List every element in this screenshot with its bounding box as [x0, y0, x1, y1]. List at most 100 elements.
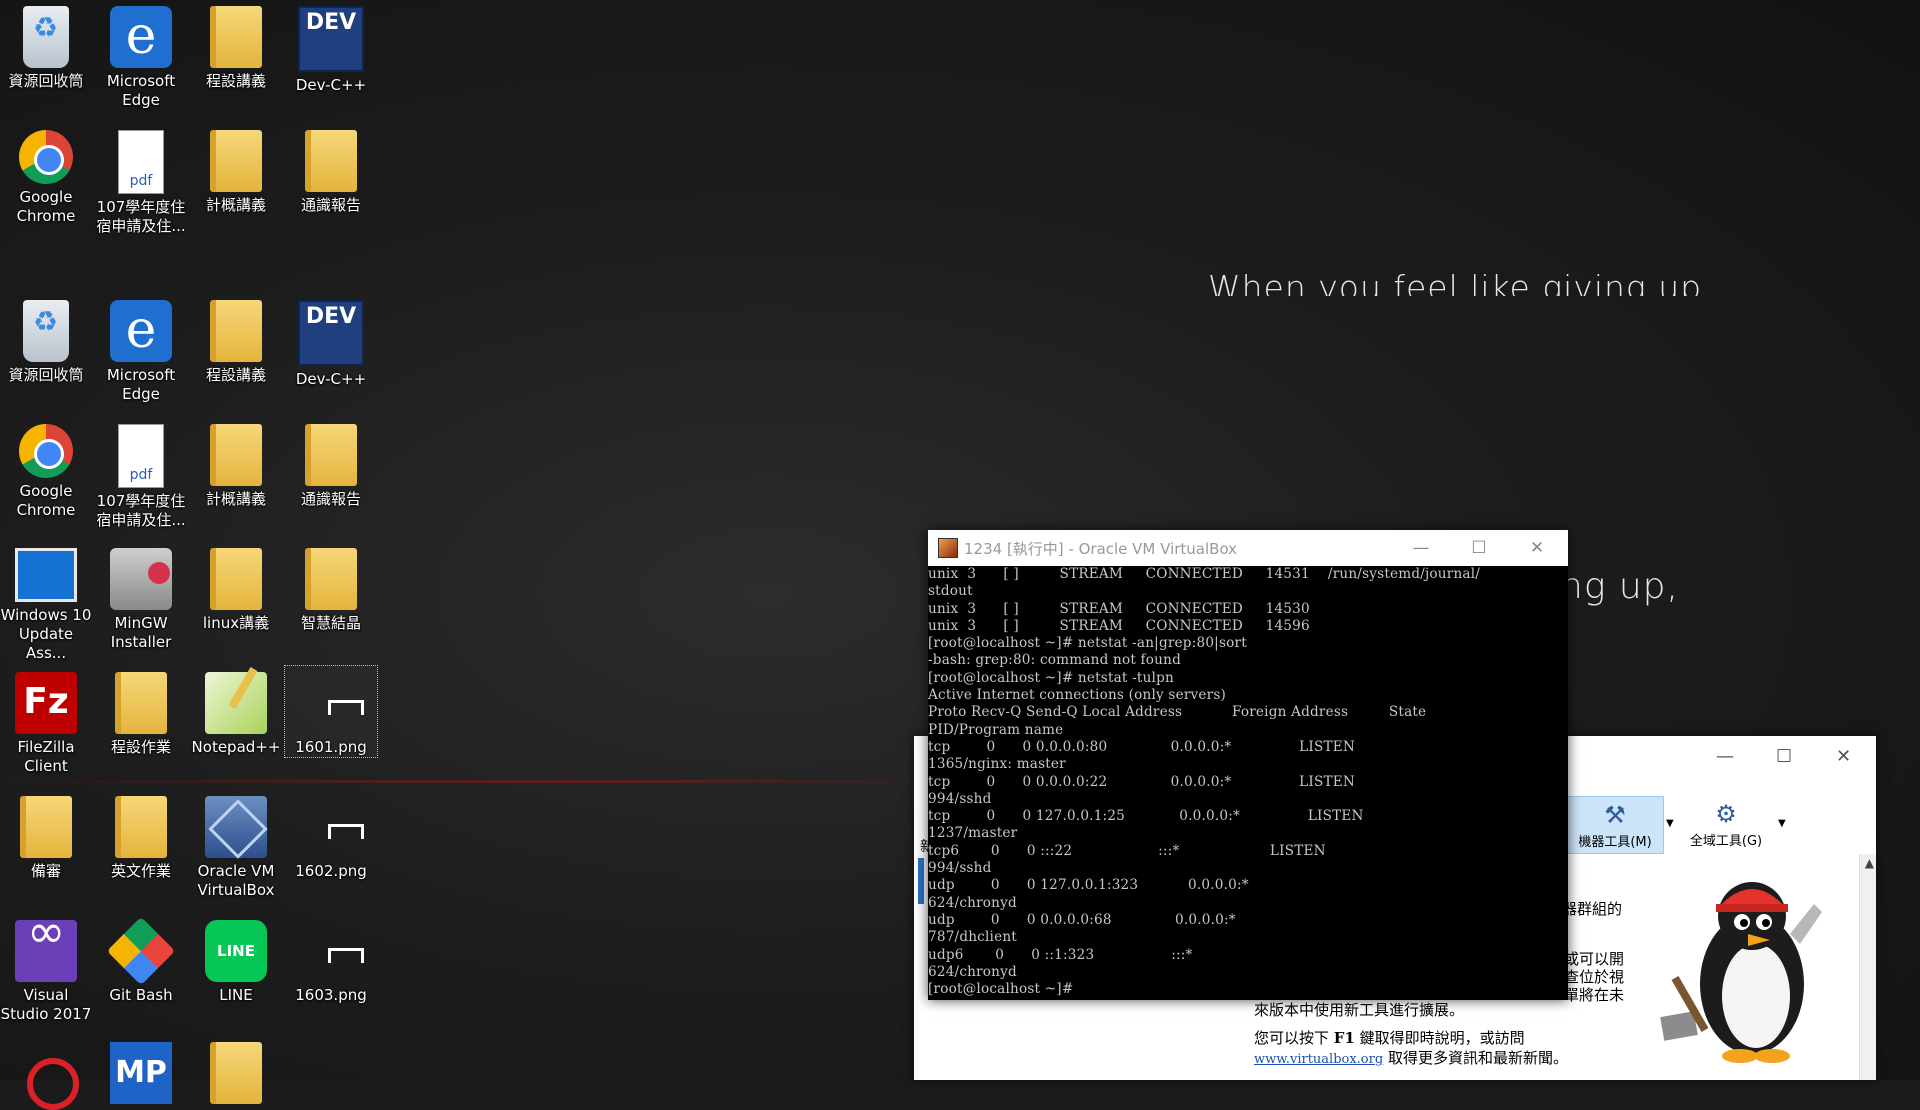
desktop-icon-label: 1602.png [295, 862, 367, 880]
desktop-icon[interactable]: MP [95, 1036, 187, 1108]
desktop-icon[interactable]: DEV Dev-C++ [285, 294, 377, 389]
desktop-icon[interactable]: linux講義 [190, 542, 282, 633]
folder-icon [210, 6, 262, 68]
desktop-icon-label: 資源回收筒 [8, 366, 84, 384]
line-icon: LINE [205, 920, 267, 982]
desktop-icon[interactable]: 1603.png [285, 914, 377, 1005]
desktop-icon[interactable]: e Microsoft Edge [95, 294, 187, 404]
terminal-line: tcp 0 0 0.0.0.0:22 0.0.0.0:* LISTEN [928, 773, 1355, 790]
desktop-icon[interactable]: Oracle VM VirtualBox [190, 790, 282, 900]
machine-tools-button[interactable]: ⚒ 機器工具(M) [1566, 796, 1664, 854]
desktop-icon[interactable]: 智慧結晶 [285, 542, 377, 633]
folder-icon [305, 424, 357, 486]
desktop-icon[interactable]: 程設作業 [95, 666, 187, 757]
virtualbox-icon [205, 796, 267, 858]
folder-icon [210, 424, 262, 486]
terminal-line: udp6 0 0 ::1:323 :::* [928, 946, 1193, 963]
desktop-icon-label: 計概講義 [205, 196, 266, 214]
desktop-icon-label: 計概講義 [205, 490, 266, 508]
desktop-icon[interactable]: 程設講義 [190, 0, 282, 91]
pdf-icon: pdf [118, 130, 164, 194]
console-titlebar[interactable]: 1234 [執行中] - Oracle VM VirtualBox — ☐ ✕ [928, 530, 1568, 566]
garena-icon [15, 1042, 79, 1110]
desktop-icon-label: Microsoft Edge [106, 72, 176, 109]
global-tools-button[interactable]: ⚙ 全域工具(G) [1678, 796, 1774, 852]
desktop-icon[interactable]: pdf 107學年度住宿申請及住... [95, 124, 187, 236]
desktop-icon[interactable]: Visual Studio 2017 [0, 914, 92, 1024]
desktop-icon[interactable]: 英文作業 [95, 790, 187, 881]
desktop-icon-label: Google Chrome [16, 188, 76, 225]
desktop-icon[interactable]: DEV Dev-C++ [285, 0, 377, 95]
terminal-line: udp 0 0 127.0.0.1:323 0.0.0.0:* [928, 877, 1249, 894]
desktop-icon-label: 107學年度住宿申請及住... [96, 492, 186, 529]
terminal-line: unix 3 [ ] STREAM CONNECTED 14596 [928, 617, 1310, 634]
virtualbox-website-link[interactable]: www.virtualbox.org [1254, 1052, 1383, 1067]
desktop-icon-label: Oracle VM VirtualBox [197, 862, 275, 899]
desktop-icon-label: 1601.png [295, 738, 367, 756]
terminal-screen[interactable]: unix 3 [ ] STREAM CONNECTED 14531 /run/s… [928, 566, 1568, 1000]
terminal-line: Active Internet connections (only server… [928, 687, 1227, 704]
wallpaper-quote-top: When you feel like giving up [1208, 268, 1703, 296]
manager-minimize-button[interactable]: — [1716, 746, 1734, 767]
desktop-icon-label: Google Chrome [16, 482, 76, 519]
notepadpp-icon [205, 672, 267, 734]
desktop-icon-label: 程設講義 [205, 72, 266, 90]
image-file-icon [300, 672, 364, 734]
console-maximize-button[interactable]: ☐ [1450, 530, 1508, 566]
desktop-icon[interactable]: 計概講義 [190, 124, 282, 215]
desktop-icon-label: 107學年度住宿申請及住... [96, 198, 186, 235]
desktop-icon-label: 英文作業 [110, 862, 171, 880]
desktop-icon[interactable]: 通識報告 [285, 418, 377, 509]
desktop-icon[interactable]: 程設講義 [190, 294, 282, 385]
edge-icon: e [110, 300, 172, 362]
recycle-bin-icon [23, 6, 69, 68]
desktop-icon-label: 備審 [30, 862, 61, 880]
welcome-text: 來版本中使用新工具進行擴展。 您可以按下 F1 鍵取得即時說明，或訪問 www.… [1254, 1000, 1594, 1070]
desktop-icon[interactable]: Fz FileZilla Client [0, 666, 92, 776]
desktop-icon[interactable]: 資源回收筒 [0, 0, 92, 91]
desktop-icon-label: Git Bash [109, 986, 173, 1004]
desktop-icon[interactable]: Windows 10 Update Ass... [0, 542, 92, 663]
desktop-icon[interactable]: Git Bash [95, 914, 187, 1005]
desktop-icon[interactable]: LINE LINE [190, 914, 282, 1005]
desktop-icon[interactable]: MinGW Installer [95, 542, 187, 652]
desktop-icon[interactable]: 計概講義 [190, 418, 282, 509]
manager-maximize-button[interactable]: ☐ [1776, 746, 1792, 767]
desktop-icon[interactable]: e Microsoft Edge [95, 0, 187, 110]
desktop-icon[interactable]: 通識報告 [285, 124, 377, 215]
scroll-up-arrow-icon[interactable]: ▲ [1865, 856, 1874, 870]
desktop-icon[interactable] [190, 1036, 282, 1108]
clipped-icon-row [0, 258, 380, 294]
virtualbox-console-window[interactable]: 1234 [執行中] - Oracle VM VirtualBox — ☐ ✕ … [928, 530, 1568, 1000]
desktop-icon-label: 智慧結晶 [300, 614, 361, 632]
machine-tools-dropdown-icon[interactable]: ▼ [1666, 818, 1674, 829]
desktop-icon-label: 資源回收筒 [8, 72, 84, 90]
manager-scrollbar[interactable] [1859, 854, 1876, 1080]
desktop-icon-label: MinGW Installer [110, 614, 172, 651]
desktop-icon[interactable]: 資源回收筒 [0, 294, 92, 385]
folder-icon [305, 130, 357, 192]
desktop-icon[interactable]: 備審 [0, 790, 92, 881]
mingw-icon [110, 548, 172, 610]
desktop-icon[interactable] [0, 1036, 92, 1110]
desktop-icon[interactable]: Notepad++ [190, 666, 282, 757]
global-tools-dropdown-icon[interactable]: ▼ [1778, 818, 1786, 829]
virtualbox-title-icon [938, 538, 958, 558]
folder-icon [115, 672, 167, 734]
desktop-icon-label: 通識報告 [300, 490, 361, 508]
desktop-icon[interactable]: pdf 107學年度住宿申請及住... [95, 418, 187, 530]
desktop-icon[interactable]: 1602.png [285, 790, 377, 881]
terminal-line: 994/sshd [928, 790, 992, 807]
terminal-line: 994/sshd [928, 860, 992, 877]
desktop-icon[interactable]: Google Chrome [0, 418, 92, 520]
desktop-icon-label: Microsoft Edge [106, 366, 176, 403]
manager-close-button[interactable]: ✕ [1836, 746, 1851, 767]
desktop-icon[interactable]: Google Chrome [0, 124, 92, 226]
welcome-line-3-post: 取得更多資訊和最新新聞。 [1383, 1049, 1568, 1067]
terminal-line: tcp 0 0 127.0.0.1:25 0.0.0.0:* LISTEN [928, 808, 1364, 825]
desktop-icon[interactable]: 1601.png [284, 665, 378, 758]
terminal-line: 1365/nginx: master [928, 756, 1066, 773]
devcpp-icon: DEV [298, 6, 364, 72]
console-close-button[interactable]: ✕ [1508, 530, 1566, 566]
console-minimize-button[interactable]: — [1392, 530, 1450, 566]
